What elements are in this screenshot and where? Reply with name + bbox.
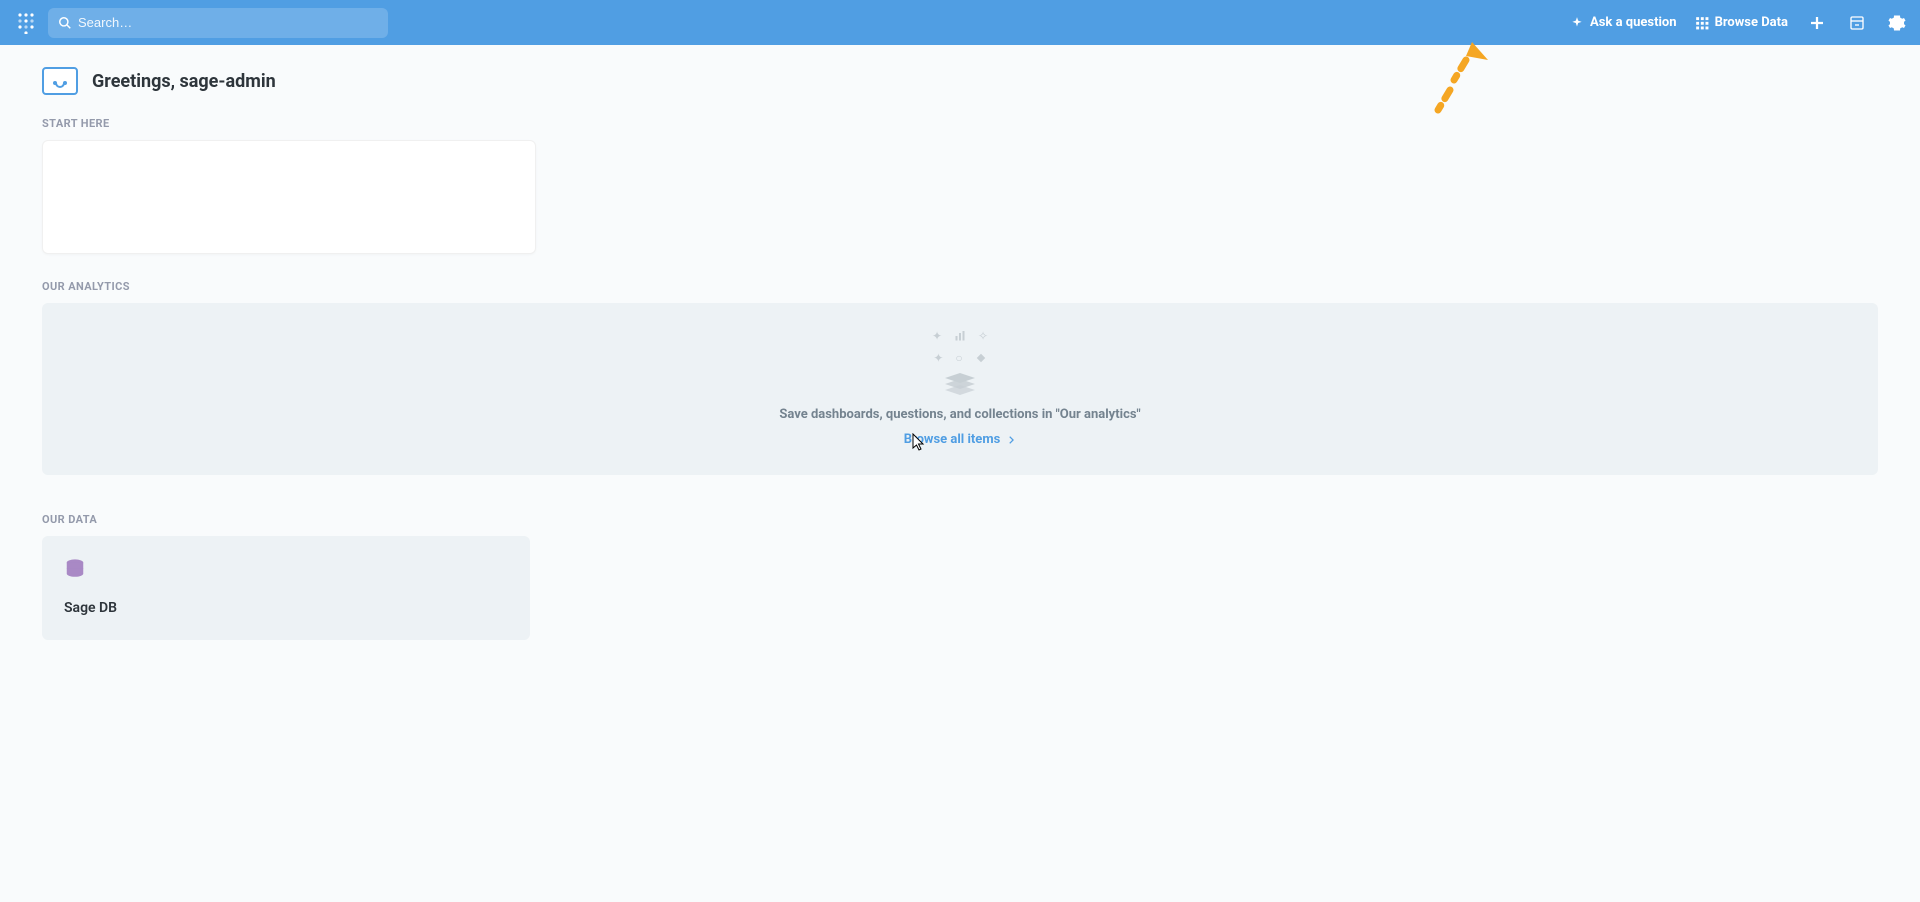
spark-icon: ✦: [932, 329, 942, 343]
database-card-title: Sage DB: [64, 600, 508, 616]
greeting-text: Greetings, sage-admin: [92, 71, 276, 92]
grid-icon: [1695, 16, 1709, 30]
stack-icon: [945, 373, 975, 395]
archive-icon: [1849, 15, 1865, 31]
archive-button[interactable]: [1846, 12, 1868, 34]
search-icon: [58, 16, 72, 30]
start-here-label: START HERE: [42, 117, 1878, 130]
ask-a-question-label: Ask a question: [1590, 15, 1677, 30]
mascot-icon: [42, 67, 78, 95]
browse-data-link[interactable]: Browse Data: [1695, 15, 1788, 30]
gear-icon: [1888, 14, 1906, 32]
spark-icon: ✦: [933, 351, 943, 365]
our-analytics-label: OUR ANALYTICS: [42, 280, 1878, 293]
create-new-button[interactable]: [1806, 12, 1828, 34]
our-analytics-panel: ✦ ✧ ✦ ○ Save dashboards, questions, and …: [42, 303, 1878, 475]
app-header: Ask a question Browse Data: [0, 0, 1920, 45]
main-content: Greetings, sage-admin START HERE OUR ANA…: [0, 45, 1920, 662]
browse-all-items-link[interactable]: Browse all items: [904, 432, 1017, 447]
greeting-row: Greetings, sage-admin: [42, 67, 1878, 95]
our-data-label: OUR DATA: [42, 513, 1878, 526]
sparkle-icon: [1570, 16, 1584, 30]
metabase-logo[interactable]: [12, 9, 40, 37]
browse-all-label: Browse all items: [904, 432, 1001, 447]
start-here-card[interactable]: [42, 140, 536, 254]
spark-icon: ✧: [978, 329, 988, 343]
bar-chart-icon: [954, 330, 966, 342]
spark-icon: ○: [955, 351, 962, 365]
search-input[interactable]: [78, 15, 378, 30]
ask-a-question-link[interactable]: Ask a question: [1570, 15, 1677, 30]
database-card[interactable]: Sage DB: [42, 536, 530, 640]
empty-illustration: ✦ ✧ ✦ ○: [932, 329, 988, 395]
search-bar[interactable]: [48, 8, 388, 38]
database-icon: [64, 558, 86, 580]
browse-data-label: Browse Data: [1715, 15, 1788, 30]
diamond-icon: [975, 352, 987, 364]
chevron-right-icon: [1006, 435, 1016, 445]
plus-icon: [1808, 14, 1826, 32]
settings-button[interactable]: [1886, 12, 1908, 34]
analytics-empty-text: Save dashboards, questions, and collecti…: [779, 407, 1140, 422]
